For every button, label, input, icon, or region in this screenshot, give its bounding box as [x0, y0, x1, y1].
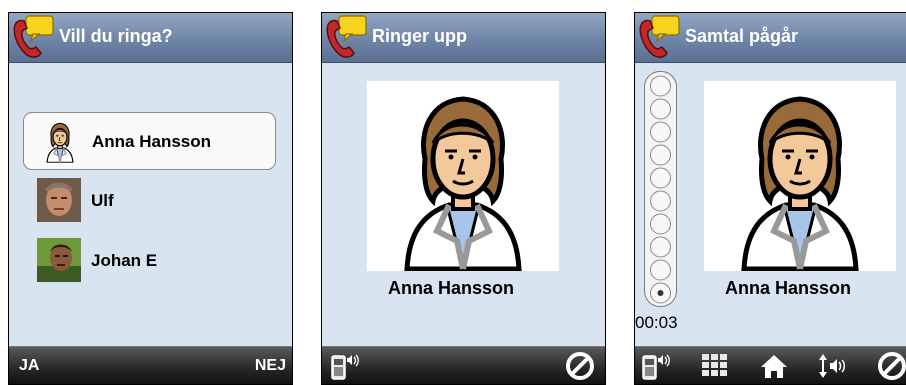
- volume-icon[interactable]: [817, 351, 847, 381]
- toolbar: [635, 346, 906, 384]
- contact-name: Anna Hansson: [92, 132, 212, 151]
- volume-slider[interactable]: [644, 71, 677, 307]
- call-timer: 00:03: [635, 313, 678, 332]
- johan-photo: [37, 238, 81, 282]
- screen-title: Ringer upp: [372, 26, 467, 46]
- screen-dialing: Ringer upp Anna Hansson: [321, 12, 606, 385]
- screen-call-confirm: Vill du ringa? Anna Hansson Ulf Johan E …: [8, 12, 293, 385]
- speakerphone-icon[interactable]: [641, 351, 671, 381]
- caller-name: Anna Hansson: [388, 278, 515, 298]
- phone-logo-icon: [637, 15, 681, 59]
- no-softkey[interactable]: NEJ: [255, 357, 286, 375]
- contact-portrait: [367, 81, 559, 271]
- speakerphone-icon[interactable]: [330, 351, 360, 381]
- title-bar: Ringer upp: [322, 13, 605, 63]
- phone-logo-icon: [324, 15, 368, 59]
- keypad-icon[interactable]: [699, 351, 729, 381]
- volume-steps: [650, 75, 671, 304]
- screen-title: Samtal pågår: [685, 26, 799, 46]
- yes-softkey[interactable]: JA: [19, 357, 39, 375]
- contact-ulf[interactable]: Ulf: [23, 172, 276, 230]
- cancel-icon[interactable]: [877, 351, 906, 381]
- contact-name: Ulf: [91, 191, 114, 210]
- cancel-icon[interactable]: [565, 351, 595, 381]
- woman-pictogram-icon: [38, 119, 82, 163]
- contact-portrait: [704, 81, 896, 271]
- caller-name: Anna Hansson: [725, 278, 852, 298]
- contact-name: Johan E: [91, 251, 158, 270]
- title-bar: Samtal pågår: [635, 13, 906, 63]
- title-bar: Vill du ringa?: [9, 13, 292, 63]
- ulf-photo: [37, 178, 81, 222]
- phone-logo-icon: [11, 15, 55, 59]
- home-icon[interactable]: [759, 351, 789, 381]
- softkey-bar: JA NEJ: [9, 346, 292, 384]
- screen-title: Vill du ringa?: [59, 26, 173, 46]
- contact-johan-e[interactable]: Johan E: [23, 232, 276, 290]
- toolbar: [322, 346, 605, 384]
- screen-in-call: Samtal pågår 00:03 Anna Hansson: [634, 12, 906, 385]
- contact-anna-hansson[interactable]: Anna Hansson: [23, 112, 276, 170]
